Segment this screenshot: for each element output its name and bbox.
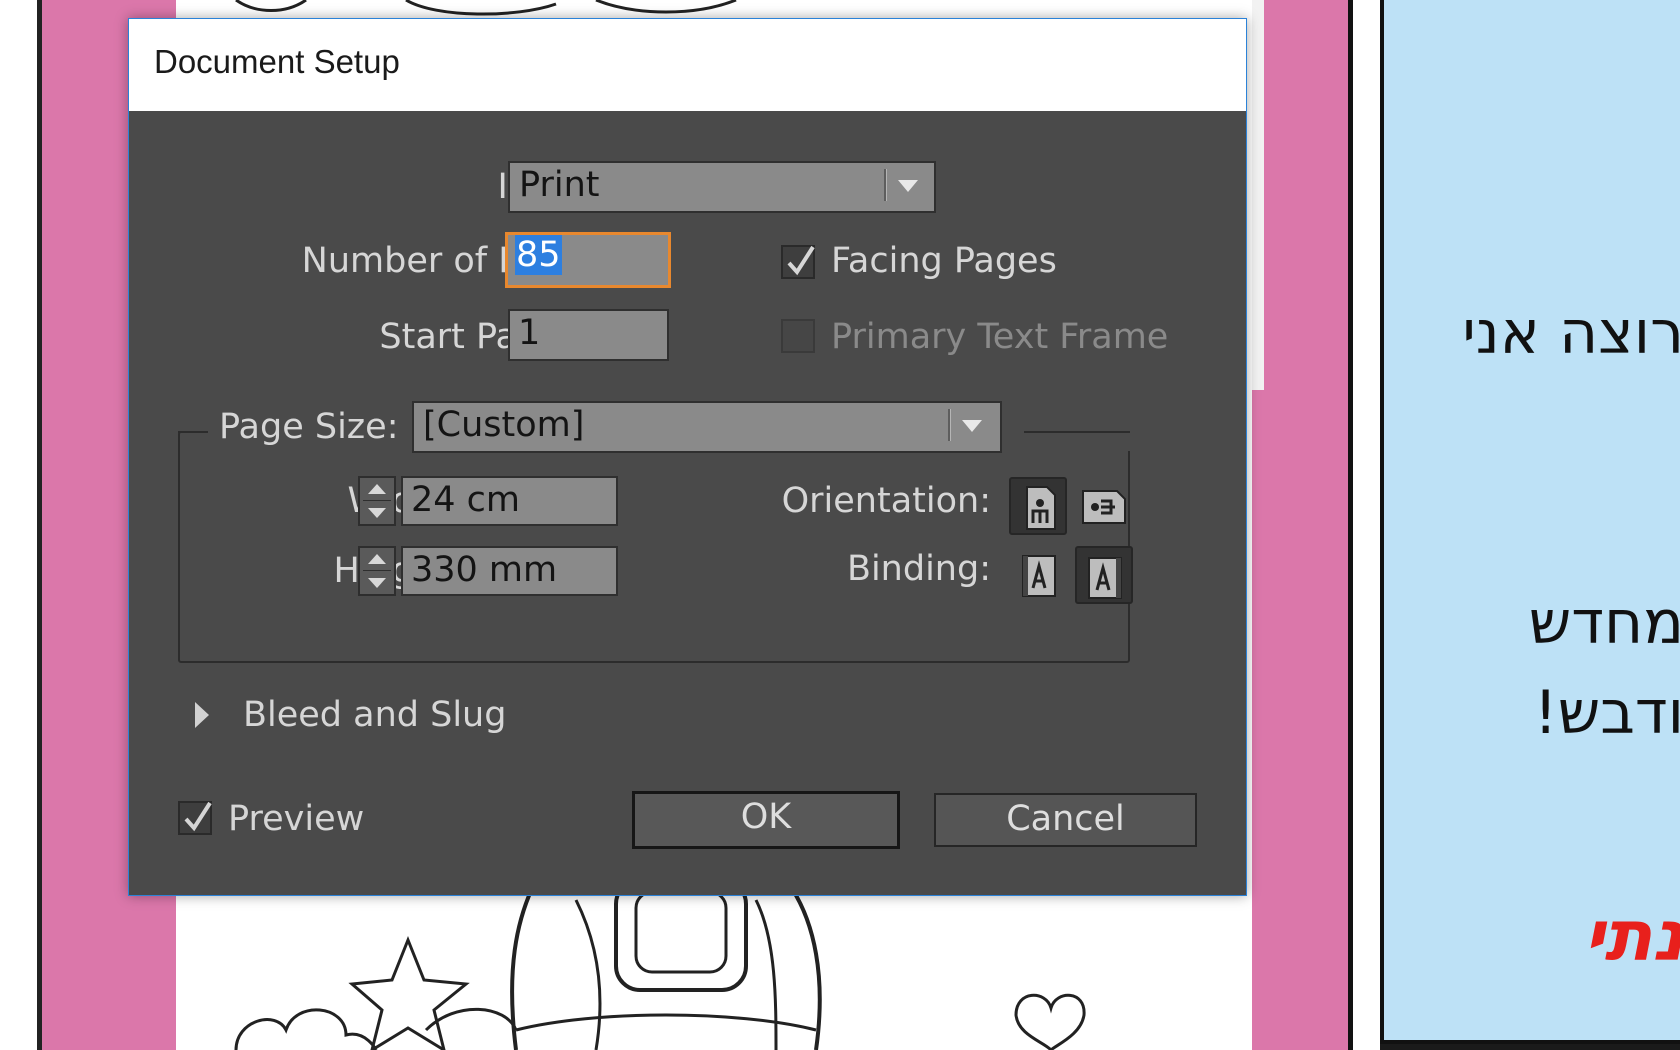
binding-left-icon <box>1022 555 1056 597</box>
portrait-orientation-button[interactable] <box>1009 477 1067 535</box>
checkmark-icon <box>787 245 815 276</box>
page-gap <box>1353 0 1380 1050</box>
checkmark-icon <box>184 801 212 832</box>
select-separator <box>948 409 951 441</box>
hebrew-line: רוצה אני <box>1462 298 1680 368</box>
landscape-orientation-button[interactable] <box>1075 477 1133 535</box>
intent-value: Print <box>519 165 600 205</box>
binding-label: Binding: <box>846 549 991 589</box>
page-size-label: Page Size: <box>219 407 399 447</box>
height-stepper[interactable] <box>358 546 396 596</box>
binding-right-icon <box>1088 557 1122 599</box>
orientation-label: Orientation: <box>781 481 991 521</box>
hebrew-text-panel: רוצה אני מחדש ודבש! נתי <box>1380 0 1680 1044</box>
landscape-icon <box>1082 490 1126 524</box>
arrow-down-icon <box>368 508 386 518</box>
arrow-down-icon <box>368 578 386 588</box>
width-stepper[interactable] <box>358 476 396 526</box>
stepper-divider <box>363 500 391 501</box>
primary-text-frame-label: Primary Text Frame <box>831 317 1169 357</box>
facing-pages-label: Facing Pages <box>831 241 1057 281</box>
disclosure-triangle-icon[interactable] <box>195 702 209 728</box>
ok-button[interactable]: OK <box>632 791 900 849</box>
cloud-drawing <box>234 1008 378 1050</box>
dialog-title: Document Setup <box>154 43 400 80</box>
coloring-art-bottom <box>234 880 1086 1050</box>
spread-left-page <box>0 0 40 1050</box>
select-separator <box>884 169 887 201</box>
page-size-select[interactable]: [Custom] <box>412 401 1002 453</box>
intent-select[interactable]: Print <box>508 161 936 213</box>
group-border-top <box>178 431 208 433</box>
start-page-input[interactable]: 1 <box>508 309 669 361</box>
arrow-up-icon <box>368 554 386 564</box>
arrow-up-icon <box>368 484 386 494</box>
pages-input[interactable]: 85 <box>505 232 671 288</box>
right-to-left-binding-button[interactable] <box>1075 546 1133 604</box>
width-input[interactable]: 24 cm <box>401 476 618 526</box>
chevron-down-icon <box>898 180 918 192</box>
group-border-top <box>1024 431 1130 433</box>
facing-pages-checkbox[interactable] <box>781 245 815 279</box>
preview-checkbox[interactable] <box>178 801 212 835</box>
start-page-value: 1 <box>518 313 541 353</box>
stepper-divider <box>363 570 391 571</box>
primary-text-frame-checkbox[interactable] <box>781 319 815 353</box>
left-to-right-binding-button[interactable] <box>1009 546 1067 604</box>
chevron-down-icon <box>962 420 982 432</box>
pages-value: 85 <box>515 235 562 275</box>
star-drawing <box>348 935 470 1050</box>
page-strip <box>1252 0 1264 390</box>
bleed-and-slug-toggle[interactable]: Bleed and Slug <box>243 695 506 735</box>
height-value: 330 mm <box>411 550 558 590</box>
hebrew-line: ודבש! <box>1533 678 1680 748</box>
coloring-art-top <box>235 0 737 16</box>
width-value: 24 cm <box>411 480 520 520</box>
cancel-button[interactable]: Cancel <box>934 793 1197 847</box>
heart-drawing <box>1014 993 1086 1050</box>
hebrew-line: מחדש <box>1528 588 1680 658</box>
height-input[interactable]: 330 mm <box>401 546 618 596</box>
page-size-value: [Custom] <box>423 405 585 445</box>
preview-label: Preview <box>228 799 365 839</box>
portrait-icon <box>1026 486 1056 530</box>
dialog-titlebar[interactable]: Document Setup <box>129 19 1246 111</box>
document-setup-dialog: Document Setup Intent: Print Number of P… <box>128 18 1247 896</box>
hebrew-line-accent: נתי <box>1583 895 1680 977</box>
page-size-group <box>178 431 1130 663</box>
